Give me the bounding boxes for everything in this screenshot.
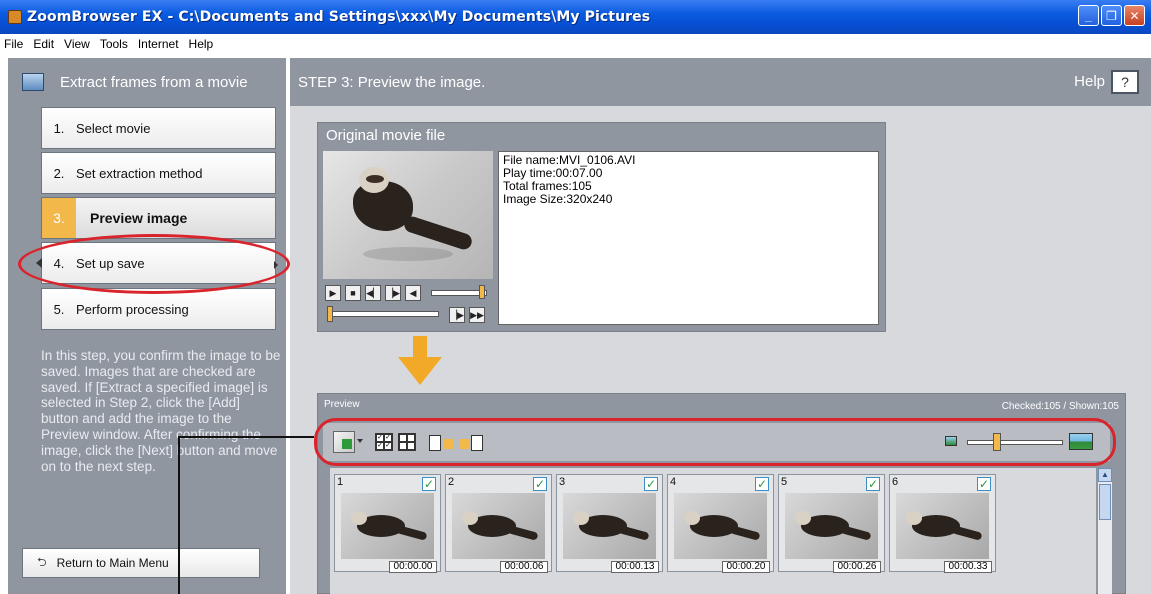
seek-controls: ▕▶ ▶▶ [323, 305, 493, 325]
title-bar: ZoomBrowser EX - C:\Documents and Settin… [0, 0, 1151, 34]
next-frame-icon[interactable]: ▕▶ [385, 285, 401, 301]
menu-bar: File Edit View Tools Internet Help [0, 34, 1151, 54]
step-set-extraction-method[interactable]: 2. Set extraction method [41, 152, 276, 194]
movie-panel-title: Original movie file [326, 127, 446, 144]
callout-line [178, 436, 180, 594]
thumbnail-image [452, 493, 545, 559]
right-arrow-icon [274, 261, 278, 269]
menu-internet[interactable]: Internet [138, 37, 179, 51]
thumbnail-number: 2 [448, 476, 455, 488]
menu-edit[interactable]: Edit [33, 37, 54, 51]
return-button-label: Return to Main Menu [56, 556, 169, 570]
play-icon[interactable]: ▶ [325, 285, 341, 301]
thumbnail-image [785, 493, 878, 559]
thumbnail-number: 6 [892, 476, 899, 488]
return-to-main-menu-button[interactable]: ⮌ Return to Main Menu [22, 548, 260, 578]
menu-help[interactable]: Help [189, 37, 214, 51]
thumbnail-image [674, 493, 767, 559]
thumbnail-time: 00:00.06 [500, 561, 548, 573]
volume-slider-thumb[interactable] [479, 285, 485, 299]
thumbnail[interactable]: 4 ✓ 00:00.20 [667, 474, 774, 573]
scroll-up-icon[interactable]: ▲ [1098, 468, 1112, 482]
preview-counts: Checked:105 / Shown:105 [1001, 401, 1119, 412]
step-select-movie[interactable]: 1. Select movie [41, 107, 276, 149]
step-label: Perform processing [76, 301, 189, 317]
prev-frame-icon[interactable]: ◀▏ [365, 285, 381, 301]
close-button[interactable]: ✕ [1124, 5, 1145, 26]
menu-file[interactable]: File [4, 37, 23, 51]
left-panel-title: Extract frames from a movie [60, 73, 248, 91]
thumbnail-number: 1 [337, 476, 344, 488]
movie-info: File name:MVI_0106.AVI Play time:00:07.0… [498, 151, 879, 325]
seek-slider[interactable] [329, 311, 439, 317]
thumbnail-time: 00:00.20 [722, 561, 770, 573]
step-title: STEP 3: Preview the image. [298, 73, 486, 91]
stop-icon[interactable]: ■ [345, 285, 361, 301]
help-label: Help [1074, 73, 1105, 90]
menu-view[interactable]: View [64, 37, 90, 51]
fast-forward-icon[interactable]: ▶▶ [469, 307, 485, 323]
thumbnail[interactable]: 2 ✓ 00:00.06 [445, 474, 552, 573]
left-arrow-icon [36, 258, 42, 268]
image-size: Image Size:320x240 [503, 192, 613, 206]
thumbnail-checkbox[interactable]: ✓ [422, 477, 436, 491]
app-icon [8, 10, 22, 24]
step-number: 1. [53, 120, 65, 136]
thumbnail-time: 00:00.33 [944, 561, 992, 573]
thumbnail-scrollbar[interactable]: ▲ [1098, 468, 1112, 594]
step-preview-image[interactable]: 3. Preview image [41, 197, 276, 239]
thumbnail[interactable]: 5 ✓ 00:00.26 [778, 474, 885, 573]
movie-preview [323, 151, 493, 279]
return-icon: ⮌ [37, 554, 47, 569]
thumbnail-image [896, 493, 989, 559]
preview-title: Preview [324, 399, 360, 410]
step-label: Set extraction method [76, 165, 203, 181]
thumbnail-number: 3 [559, 476, 566, 488]
left-panel-header: Extract frames from a movie [8, 58, 286, 106]
thumbnail-time: 00:00.13 [611, 561, 659, 573]
step-label: Preview image [90, 210, 188, 226]
annotation-rectangle [314, 418, 1116, 466]
thumbnail-checkbox[interactable]: ✓ [755, 477, 769, 491]
thumbnail-image [563, 493, 656, 559]
step-perform-processing[interactable]: 5. Perform processing [41, 288, 276, 330]
window-title: ZoomBrowser EX - C:\Documents and Settin… [27, 9, 651, 25]
thumbnail-checkbox[interactable]: ✓ [866, 477, 880, 491]
scrollbar-thumb[interactable] [1099, 484, 1111, 520]
step-label: Select movie [76, 120, 151, 136]
thumbnail-grid: 1 ✓ 00:00.00 2 ✓ 00:00.06 3 ✓ 00:00.13 4… [330, 468, 1096, 594]
callout-line [178, 436, 314, 438]
step-description: In this step, you confirm the image to b… [41, 348, 281, 474]
thumbnail[interactable]: 1 ✓ 00:00.00 [334, 474, 441, 573]
minimize-button[interactable]: _ [1078, 5, 1099, 26]
volume-icon: ◀ [405, 285, 421, 301]
thumbnail[interactable]: 3 ✓ 00:00.13 [556, 474, 663, 573]
thumbnail-number: 4 [670, 476, 677, 488]
extract-frames-icon [22, 73, 44, 91]
thumbnail-checkbox[interactable]: ✓ [644, 477, 658, 491]
thumbnail-image [341, 493, 434, 559]
original-movie-panel: Original movie file ▶ ■ ◀▏ ▕▶ ◀ ▕▶ ▶▶ Fi… [317, 122, 886, 332]
main-header: STEP 3: Preview the image. Help ? [290, 58, 1151, 106]
thumbnail[interactable]: 6 ✓ 00:00.33 [889, 474, 996, 573]
down-arrow-icon [413, 336, 427, 358]
thumbnail-time: 00:00.26 [833, 561, 881, 573]
help-button[interactable]: ? [1111, 70, 1139, 94]
annotation-ellipse [18, 234, 290, 294]
step-number: 3. [42, 198, 76, 238]
restore-button[interactable]: ❐ [1101, 5, 1122, 26]
step-number: 2. [53, 165, 65, 181]
step-number: 5. [53, 301, 65, 317]
step-forward-icon[interactable]: ▕▶ [449, 307, 465, 323]
thumbnail-number: 5 [781, 476, 788, 488]
down-arrow-head [398, 357, 442, 385]
thumbnail-checkbox[interactable]: ✓ [977, 477, 991, 491]
thumbnail-time: 00:00.00 [389, 561, 437, 573]
thumbnail-checkbox[interactable]: ✓ [533, 477, 547, 491]
menu-tools[interactable]: Tools [100, 37, 128, 51]
seek-slider-thumb[interactable] [327, 306, 333, 322]
